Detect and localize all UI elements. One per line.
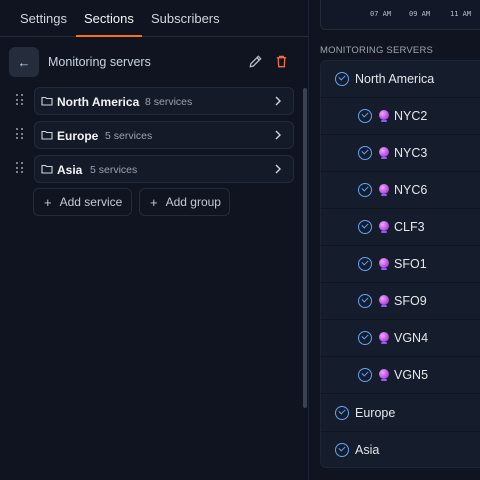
add-group-label: Add group (165, 195, 221, 209)
status-group-name: North America (355, 72, 435, 86)
check-circle-icon (358, 109, 372, 123)
check-circle-icon (358, 220, 372, 234)
group-card[interactable]: Europe 5 services (34, 121, 294, 149)
status-group-name: Europe (355, 406, 396, 420)
drag-handle-icon[interactable] (16, 128, 24, 140)
status-page-preview: 07 AM 09 AM 11 AM MONITORING SERVERS Nor… (309, 0, 480, 480)
globe-icon (378, 109, 390, 122)
section-header: ← Monitoring servers (0, 44, 308, 80)
check-circle-icon (335, 72, 349, 86)
chart-tick-label: 09 AM (409, 10, 431, 18)
back-button[interactable]: ← (9, 47, 39, 77)
check-circle-icon (358, 257, 372, 271)
group-row-europe: Europe 5 services (0, 121, 300, 149)
chart-tick-label: 07 AM (370, 10, 392, 18)
group-card[interactable]: North America 8 services (34, 87, 294, 115)
arrow-left-icon: ← (17, 54, 31, 70)
service-name: VGN5 (394, 368, 429, 382)
globe-icon (378, 331, 390, 344)
globe-icon (378, 183, 390, 196)
service-name: CLF3 (394, 220, 425, 234)
status-service-row: NYC6 (321, 172, 480, 209)
status-service-row: VGN4 (321, 320, 480, 357)
folder-icon (41, 96, 53, 106)
folder-icon (41, 164, 53, 174)
check-circle-icon (358, 183, 372, 197)
group-card[interactable]: Asia 5 services (34, 155, 294, 183)
add-group-button[interactable]: + Add group (139, 188, 230, 216)
chart-tick-label: 11 AM (450, 10, 472, 18)
service-status-list: North America NYC2 NYC3 NYC6 CLF3 SFO1 S… (320, 60, 480, 468)
status-service-row: NYC2 (321, 98, 480, 135)
service-name: NYC3 (394, 146, 428, 160)
check-circle-icon (335, 406, 349, 420)
check-circle-icon (358, 331, 372, 345)
tab-sections[interactable]: Sections (84, 11, 134, 26)
globe-icon (378, 257, 390, 270)
tab-bar: Settings Sections Subscribers (0, 0, 308, 37)
group-row-north-america: North America 8 services (0, 87, 300, 115)
status-group-row[interactable]: Asia (321, 432, 480, 469)
service-name: SFO9 (394, 294, 427, 308)
service-name: VGN4 (394, 331, 429, 345)
status-group-name: Asia (355, 443, 380, 457)
status-service-row: VGN5 (321, 357, 480, 394)
service-name: NYC2 (394, 109, 428, 123)
status-service-row: NYC3 (321, 135, 480, 172)
trash-icon[interactable] (274, 54, 289, 69)
service-name: SFO1 (394, 257, 427, 271)
section-title: Monitoring servers (48, 55, 151, 69)
drag-handle-icon[interactable] (16, 94, 24, 106)
pencil-icon[interactable] (248, 54, 263, 69)
tab-settings[interactable]: Settings (20, 11, 67, 26)
group-name: Asia (57, 163, 83, 177)
status-service-row: SFO1 (321, 246, 480, 283)
check-circle-icon (358, 146, 372, 160)
group-service-count: 5 services (90, 164, 138, 176)
folder-icon (41, 130, 53, 140)
uptime-chart: 07 AM 09 AM 11 AM (320, 0, 480, 30)
tab-subscribers[interactable]: Subscribers (151, 11, 220, 26)
preview-section-heading: MONITORING SERVERS (320, 45, 434, 56)
add-service-button[interactable]: + Add service (33, 188, 132, 216)
drag-handle-icon[interactable] (16, 162, 24, 174)
group-name: Europe (57, 129, 99, 143)
service-name: NYC6 (394, 183, 428, 197)
status-service-row: SFO9 (321, 283, 480, 320)
chevron-right-icon (275, 96, 281, 106)
active-tab-indicator (76, 35, 142, 37)
group-name: North America (57, 95, 140, 109)
chevron-right-icon (275, 164, 281, 174)
status-group-row[interactable]: Europe (321, 395, 480, 432)
scrollbar-thumb[interactable] (303, 88, 307, 408)
add-service-label: Add service (59, 195, 123, 209)
plus-icon: + (150, 194, 158, 210)
globe-icon (378, 146, 390, 159)
status-service-row: CLF3 (321, 209, 480, 246)
check-circle-icon (335, 443, 349, 457)
globe-icon (378, 368, 390, 381)
group-service-count: 5 services (105, 130, 153, 142)
group-row-asia: Asia 5 services (0, 155, 300, 183)
plus-icon: + (44, 194, 52, 210)
sections-editor-panel: Settings Sections Subscribers ← Monitori… (0, 0, 308, 480)
chevron-right-icon (275, 130, 281, 140)
group-service-count: 8 services (145, 96, 193, 108)
status-group-row[interactable]: North America (321, 61, 480, 98)
check-circle-icon (358, 294, 372, 308)
globe-icon (378, 220, 390, 233)
check-circle-icon (358, 368, 372, 382)
globe-icon (378, 294, 390, 307)
